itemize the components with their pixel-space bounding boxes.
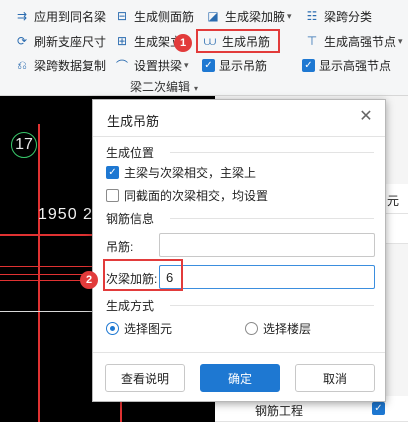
checkbox-unchecked-icon[interactable] [106, 189, 119, 202]
beam-haunch-icon: ◪ [207, 9, 219, 23]
divider [170, 218, 374, 219]
erect-rebar-icon: ⊞ [116, 34, 128, 48]
dimension-label: 1950 2 [38, 206, 93, 223]
divider [170, 305, 374, 306]
radio-select-floor[interactable]: 选择楼层 [245, 320, 311, 337]
help-button[interactable]: 查看说明 [105, 364, 185, 392]
ribbon-group-label[interactable]: 梁二次编辑 ▾ [130, 78, 198, 95]
section-method: 生成方式 [106, 299, 155, 313]
show-high-strength-checkbox[interactable]: ✓ 显示高强节点 [302, 55, 391, 75]
arch-beam-icon: ⌒ [115, 58, 128, 73]
radio-select-element[interactable]: 选择图元 [106, 320, 172, 337]
erect-rebar-button[interactable]: ⊞ 生成架立 [114, 31, 182, 51]
radio-selected-icon[interactable] [106, 322, 119, 335]
chevron-down-icon: ▾ [194, 84, 199, 93]
arch-beam-button[interactable]: ⌒ 设置拱梁 ▾ [114, 55, 189, 75]
cancel-button[interactable]: 取消 [295, 364, 375, 392]
checkbox-checked-icon: ✓ [202, 58, 215, 72]
apply-same-name-icon: ⇉ [16, 9, 28, 23]
option-same-section[interactable]: 同截面的次梁相交，均设置 [106, 187, 268, 204]
show-hanger-checkbox[interactable]: ✓ 显示吊筋 [202, 55, 267, 75]
hanger-rebar-dialog: 生成吊筋 ✕ 生成位置 ✓ 主梁与次梁相交，主梁上 同截面的次梁相交，均设置 钢… [80, 99, 386, 402]
apply-same-name-button[interactable]: ⇉ 应用到同名梁 [14, 6, 106, 26]
beam-haunch-button[interactable]: ◪ 生成梁加腋 ▾ [205, 6, 292, 26]
checkbox-checked-icon[interactable]: ✓ [106, 166, 119, 179]
close-icon[interactable]: ✕ [357, 108, 375, 126]
chevron-down-icon: ▾ [398, 35, 403, 46]
axis-line [38, 124, 40, 422]
radio-unselected-icon[interactable] [245, 322, 258, 335]
axis-bubble: 17 [11, 132, 37, 158]
highlight-box-1 [196, 29, 280, 53]
span-classify-icon: ☷ [306, 9, 318, 23]
section-rebar-info: 钢筋信息 [106, 212, 155, 226]
high-strength-node-icon: ⊤ [306, 34, 318, 48]
high-strength-node-button[interactable]: ⊤ 生成高强节点 ▾ [304, 31, 403, 51]
highlight-box-2 [103, 259, 183, 291]
span-copy-button[interactable]: ⎌ 梁跨数据复制 [14, 55, 106, 75]
side-rebar-icon: ⊟ [116, 9, 128, 23]
chevron-down-icon: ▾ [287, 10, 292, 21]
dialog-title: 生成吊筋 [107, 114, 160, 129]
refresh-support-icon: ⟳ [16, 34, 28, 48]
divider [93, 136, 385, 137]
section-position: 生成位置 [106, 146, 155, 160]
refresh-support-button[interactable]: ⟳ 刷新支座尺寸 [14, 31, 106, 51]
step-marker-1: 1 [174, 34, 192, 52]
checkbox-checked-icon[interactable]: ✓ [372, 402, 385, 415]
chevron-down-icon: ▾ [184, 59, 189, 70]
span-copy-icon: ⎌ [17, 57, 27, 72]
option-main-secondary[interactable]: ✓ 主梁与次梁相交，主梁上 [106, 164, 256, 181]
divider [93, 352, 385, 353]
step-marker-2: 2 [80, 271, 98, 289]
ok-button[interactable]: 确定 [200, 364, 280, 392]
span-classify-button[interactable]: ☷ 梁跨分类 [304, 6, 372, 26]
hanger-label: 吊筋: [106, 240, 134, 254]
hanger-input[interactable] [159, 233, 375, 257]
ribbon-toolbar: ⇉ 应用到同名梁 ⊟ 生成侧面筋 ◪ 生成梁加腋 ▾ ☷ 梁跨分类 ⟳ 刷新支座… [0, 0, 408, 96]
divider [170, 152, 374, 153]
side-rebar-button[interactable]: ⊟ 生成侧面筋 [114, 6, 194, 26]
checkbox-checked-icon: ✓ [302, 58, 315, 72]
secondary-rebar-input[interactable] [159, 265, 375, 289]
